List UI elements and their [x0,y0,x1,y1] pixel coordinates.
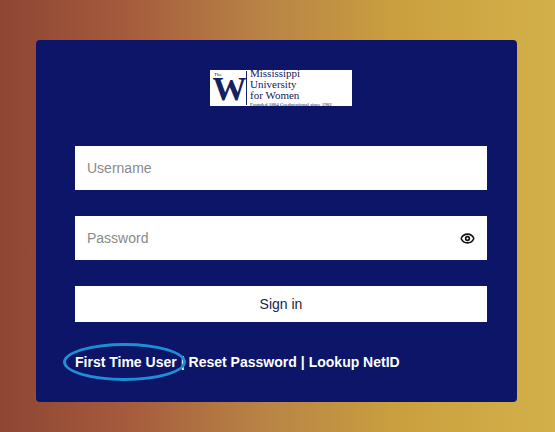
account-link[interactable]: Reset Password [189,353,297,371]
logo-tagline: Founded 1884 Coeducational since 1982 [250,101,349,108]
eye-icon[interactable] [460,231,475,246]
logo-text: Mississippi Universityfor WomenFounded 1… [250,68,349,108]
logo-name: for Women [250,90,349,101]
university-logo: TheWMississippi Universityfor WomenFound… [210,70,352,106]
password-input[interactable] [87,230,452,246]
link-separator: | [181,353,185,371]
account-link[interactable]: First Time User [75,353,177,371]
links-row: First Time User|Reset Password|Lookup Ne… [75,353,487,371]
account-link[interactable]: Lookup NetID [309,353,400,371]
login-form: Sign in [75,146,487,322]
logo-name: Mississippi University [250,68,349,90]
logo-letter: W [213,73,247,105]
link-separator: | [301,353,305,371]
logo-mark: TheW [213,71,247,105]
highlight-circle [63,343,186,381]
sign-in-button[interactable]: Sign in [75,286,487,322]
username-input[interactable] [87,160,475,176]
login-card: TheWMississippi Universityfor WomenFound… [36,40,517,402]
background-photo: TheWMississippi Universityfor WomenFound… [0,0,555,432]
password-field [75,216,487,260]
username-field [75,146,487,190]
logo-prefix: The [214,72,222,77]
